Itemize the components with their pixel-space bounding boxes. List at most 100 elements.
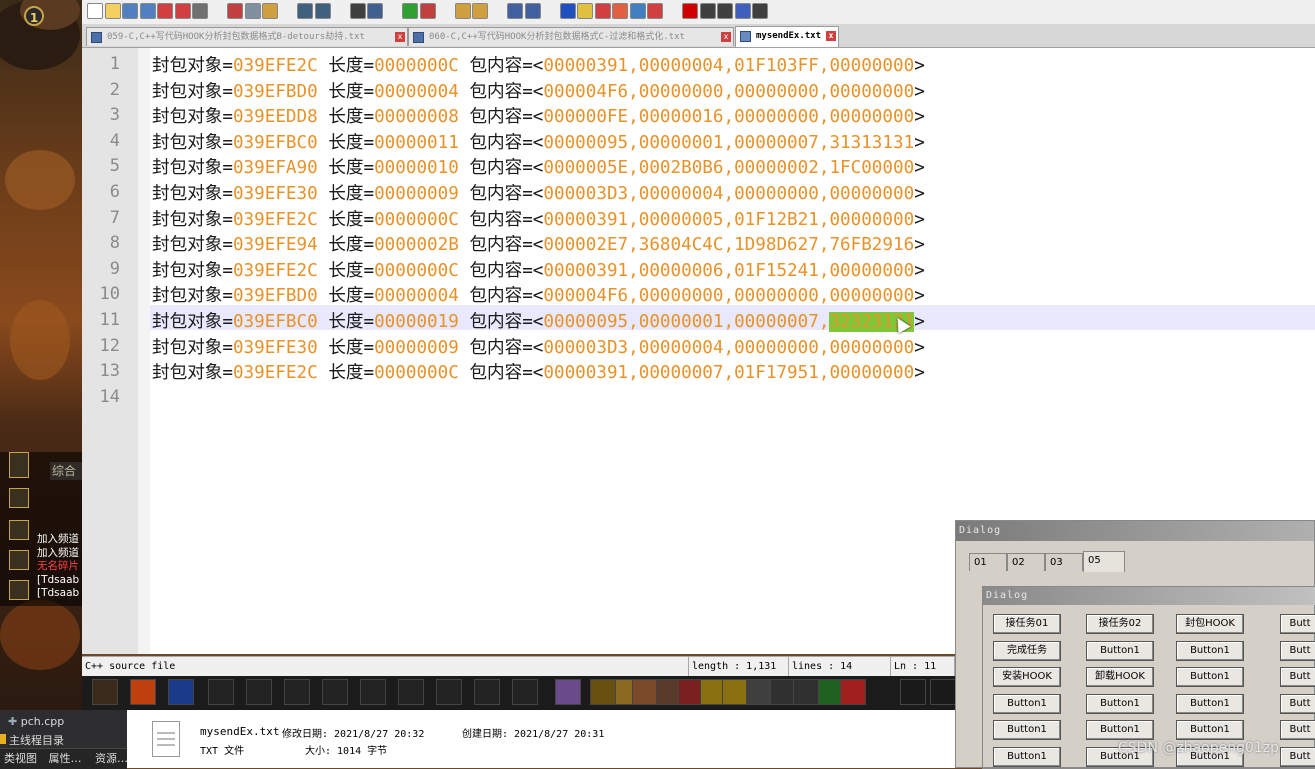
save-all-icon[interactable]: [139, 3, 156, 19]
action-bar-slot[interactable]: [322, 679, 348, 705]
dialog-button[interactable]: Button1: [1176, 693, 1244, 714]
open-icon[interactable]: [104, 3, 121, 19]
text-line[interactable]: 封包对象=039EFBC0 长度=00000019 包内容=<00000095,…: [152, 308, 925, 333]
text-line[interactable]: 封包对象=039EEDD8 长度=00000008 包内容=<000000FE,…: [152, 103, 925, 128]
text-line[interactable]: 封包对象=039EFE2C 长度=0000000C 包内容=<00000391,…: [152, 257, 925, 282]
action-bar-slot[interactable]: [900, 679, 926, 705]
dialog-button[interactable]: 完成任务: [993, 640, 1061, 661]
dialog-button[interactable]: Button1: [1176, 667, 1244, 687]
save-macro-icon[interactable]: [752, 3, 768, 19]
text-line[interactable]: 封包对象=039EFA90 长度=00000010 包内容=<0000005E,…: [152, 154, 925, 179]
record-macro-icon[interactable]: [682, 3, 698, 19]
text-line[interactable]: 封包对象=039EFE94 长度=0000002B 包内容=<000002E7,…: [152, 231, 925, 256]
dialog-button[interactable]: 卸载HOOK: [1086, 667, 1154, 687]
dialog-tab-05[interactable]: 05: [1083, 551, 1125, 572]
action-bar-slot[interactable]: [840, 679, 866, 705]
text-line[interactable]: 封包对象=039EFE2C 长度=0000000C 包内容=<00000391,…: [152, 359, 925, 384]
dialog-button[interactable]: 接任务02: [1086, 614, 1154, 634]
solution-item-main-thread[interactable]: 主线程目录: [0, 732, 64, 748]
folder-workspace-icon[interactable]: [629, 3, 646, 19]
chat-button-2[interactable]: [9, 488, 29, 508]
dialog-button[interactable]: Button1: [1176, 720, 1244, 740]
doc-map-icon[interactable]: [594, 3, 611, 19]
action-bar-slot[interactable]: [92, 679, 118, 705]
action-bar-slot[interactable]: [590, 679, 616, 705]
monitor-icon[interactable]: [647, 3, 663, 19]
redo-icon[interactable]: [314, 3, 331, 19]
tab-class-view[interactable]: 类视图: [0, 752, 37, 765]
action-bar-slot[interactable]: [746, 679, 772, 705]
action-bar-slot[interactable]: [555, 679, 581, 705]
dialog-tab-02[interactable]: 02: [1007, 553, 1045, 571]
close-icon[interactable]: [157, 3, 173, 19]
action-bar-slot[interactable]: [168, 679, 194, 705]
dialog-button[interactable]: Button1: [993, 746, 1061, 767]
print-icon[interactable]: [192, 3, 208, 19]
action-bar-slot[interactable]: [722, 679, 748, 705]
save-icon[interactable]: [122, 3, 138, 19]
text-line[interactable]: 封包对象=039EFE2C 长度=0000000C 包内容=<00000391,…: [152, 206, 925, 231]
dialog-tab-03[interactable]: 03: [1045, 553, 1083, 571]
zoom-in-icon[interactable]: [402, 3, 418, 19]
paste-icon[interactable]: [262, 3, 278, 19]
dialog-button[interactable]: Button1: [1176, 640, 1244, 661]
cut-icon[interactable]: [227, 3, 243, 19]
close-all-icon[interactable]: [174, 3, 191, 19]
action-bar-slot[interactable]: [930, 679, 956, 705]
udl-icon[interactable]: [577, 3, 593, 19]
new-file-icon[interactable]: [87, 3, 103, 19]
action-bar-slot[interactable]: [512, 679, 538, 705]
all-chars-icon[interactable]: [524, 3, 541, 19]
action-bar-slot[interactable]: [793, 679, 819, 705]
dialog-tab-01[interactable]: 01: [969, 553, 1007, 571]
chat-button-1[interactable]: [9, 452, 29, 478]
zoom-out-icon[interactable]: [419, 3, 436, 19]
close-icon[interactable]: x: [721, 32, 731, 42]
tab-properties[interactable]: 属性…: [41, 752, 82, 765]
text-line[interactable]: 封包对象=039EFE30 长度=00000009 包内容=<000003D3,…: [152, 334, 925, 359]
dialog-button[interactable]: Butt: [1280, 746, 1315, 767]
dialog-button[interactable]: Button1: [993, 693, 1061, 714]
text-line[interactable]: 封包对象=039EFBD0 长度=00000004 包内容=<000004F6,…: [152, 282, 925, 307]
play-macro-icon[interactable]: [717, 3, 733, 19]
dialog-button[interactable]: Button1: [1086, 640, 1154, 661]
function-list-icon[interactable]: [612, 3, 628, 19]
text-line[interactable]: 封包对象=039EFBC0 长度=00000011 包内容=<00000095,…: [152, 129, 925, 154]
text-line[interactable]: 封包对象=039EFBD0 长度=00000004 包内容=<000004F6,…: [152, 78, 925, 103]
dialog-button[interactable]: Button1: [993, 720, 1061, 740]
close-icon[interactable]: x: [395, 32, 405, 42]
action-bar-slot[interactable]: [632, 679, 658, 705]
close-icon[interactable]: x: [826, 31, 836, 41]
chat-scroll-bottom[interactable]: [9, 580, 29, 600]
indent-guide-icon[interactable]: [559, 3, 576, 19]
text-line[interactable]: 封包对象=039EFE2C 长度=0000000C 包内容=<00000391,…: [152, 52, 925, 77]
stop-macro-icon[interactable]: [699, 3, 716, 19]
dialog-button[interactable]: Butt: [1280, 720, 1315, 740]
action-bar-slot[interactable]: [398, 679, 424, 705]
chat-tab-general[interactable]: 综合: [50, 462, 84, 480]
action-bar-slot[interactable]: [130, 679, 156, 705]
dialog-button[interactable]: Butt: [1280, 693, 1315, 714]
solution-file-pch[interactable]: ✚ pch.cpp: [8, 715, 64, 728]
dialog-button[interactable]: Butt: [1280, 614, 1315, 634]
dialog-button[interactable]: 安装HOOK: [993, 667, 1061, 687]
dialog-button[interactable]: 接任务01: [993, 614, 1061, 634]
tab-file-059[interactable]: 059-C,C++写代码HOOK分析封包数据格式B-detours劫持.txt x: [86, 27, 408, 46]
find-icon[interactable]: [349, 3, 366, 19]
text-line[interactable]: 封包对象=039EFE30 长度=00000009 包内容=<000003D3,…: [152, 180, 925, 205]
chat-scroll-up[interactable]: [9, 520, 29, 540]
undo-icon[interactable]: [297, 3, 313, 19]
action-bar-slot[interactable]: [246, 679, 272, 705]
tab-resources[interactable]: 资源…: [85, 752, 128, 765]
action-bar-slot[interactable]: [284, 679, 310, 705]
replace-icon[interactable]: [367, 3, 383, 19]
dialog-button[interactable]: Button1: [1086, 720, 1154, 740]
dialog-button[interactable]: Button1: [1086, 693, 1154, 714]
tab-mysendex[interactable]: mysendEx.txt x: [735, 26, 839, 47]
action-bar-slot[interactable]: [360, 679, 386, 705]
dialog-button[interactable]: 封包HOOK: [1176, 614, 1244, 634]
action-bar-slot[interactable]: [208, 679, 234, 705]
chat-scroll-down[interactable]: [9, 550, 29, 570]
sync-h-icon[interactable]: [472, 3, 488, 19]
copy-icon[interactable]: [244, 3, 261, 19]
